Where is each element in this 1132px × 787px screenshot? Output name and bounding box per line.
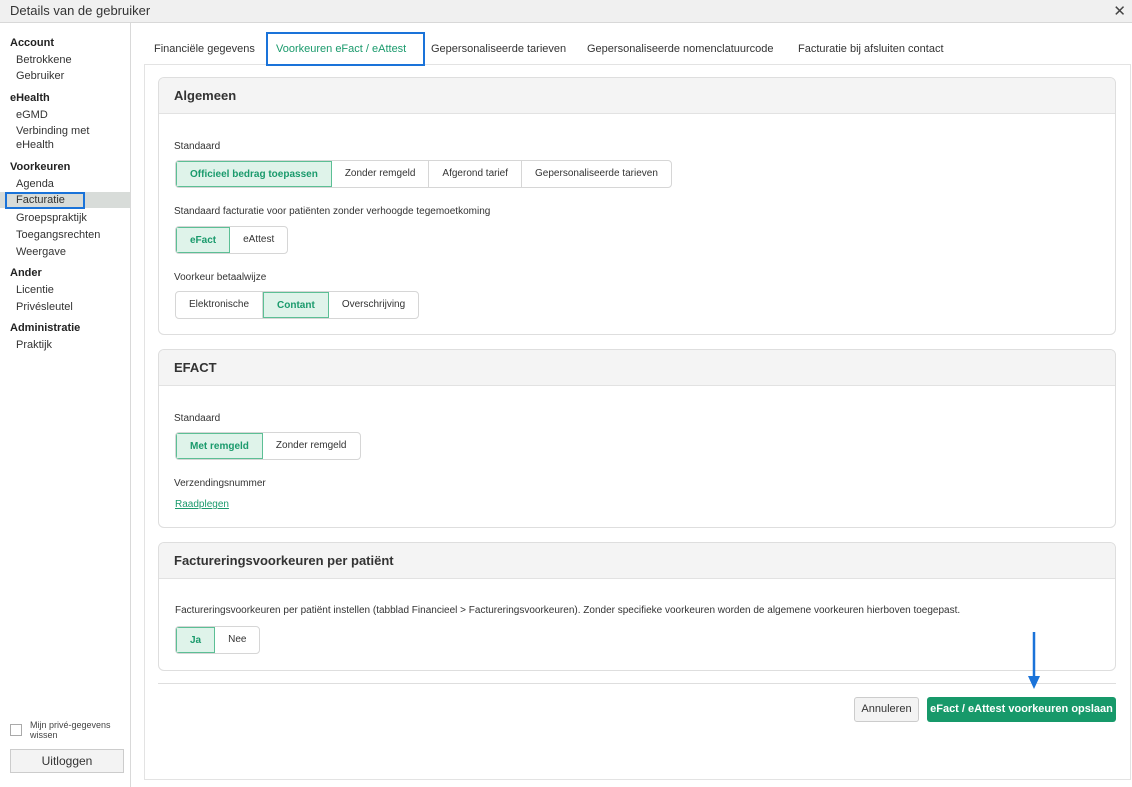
standaard-segmented: Officieel bedrag toepassen Zonder remgel…	[175, 160, 672, 188]
window-titlebar: Details van de gebruiker ✕	[0, 0, 1132, 23]
sidebar-item-groepspraktijk[interactable]: Groepspraktijk	[16, 211, 87, 225]
efact-standaard-label: Standaard	[174, 413, 221, 424]
close-icon[interactable]: ✕	[1113, 2, 1126, 20]
sidebar-item-betrokkene[interactable]: Betrokkene	[16, 53, 72, 67]
sidebar-section-ehealth: eHealth	[10, 92, 50, 104]
arrow-down-icon	[1028, 632, 1040, 689]
sidebar: Account Betrokkene Gebruiker eHealth eGM…	[0, 23, 131, 787]
sidebar-section-account: Account	[10, 37, 54, 49]
privacy-checkbox[interactable]	[10, 724, 22, 736]
option-gepersonaliseerde-tarieven[interactable]: Gepersonaliseerde tarieven	[522, 161, 671, 187]
efact-standaard-segmented: Met remgeld Zonder remgeld	[175, 432, 361, 460]
sidebar-item-verbinding-line1: Verbinding met	[16, 125, 90, 137]
sidebar-item-verbinding-ehealth[interactable]: Verbinding met eHealth	[16, 124, 89, 152]
per-patient-segmented: Ja Nee	[175, 626, 261, 654]
facturatie-segmented: eFact eAttest	[175, 226, 289, 254]
betaalwijze-label: Voorkeur betaalwijze	[174, 272, 267, 283]
facturatie-label: Standaard facturatie voor patiënten zond…	[174, 206, 491, 217]
logout-button[interactable]: Uitloggen	[10, 749, 124, 773]
per-patient-description: Factureringsvoorkeuren per patiënt inste…	[175, 605, 961, 616]
sidebar-item-weergave[interactable]: Weergave	[16, 245, 66, 259]
option-elektronische[interactable]: Elektronische	[176, 292, 264, 318]
option-zonder-remgeld[interactable]: Zonder remgeld	[332, 161, 430, 187]
option-eattest[interactable]: eAttest	[230, 227, 287, 253]
verzendingsnummer-label: Verzendingsnummer	[174, 478, 266, 489]
card-algemeen-title: Algemeen	[159, 78, 1115, 114]
footer-divider	[158, 683, 1116, 684]
raadplegen-link[interactable]: Raadplegen	[175, 499, 229, 510]
card-efact: EFACT Standaard Met remgeld Zonder remge…	[158, 349, 1116, 528]
window-title: Details van de gebruiker	[10, 3, 151, 18]
sidebar-item-agenda[interactable]: Agenda	[16, 177, 54, 191]
card-algemeen: Algemeen Standaard Officieel bedrag toep…	[158, 77, 1116, 335]
cancel-button[interactable]: Annuleren	[854, 697, 919, 722]
tab-financiele-gegevens[interactable]: Financiële gegevens	[154, 32, 255, 66]
save-button[interactable]: eFact / eAttest voorkeuren opslaan	[927, 697, 1116, 722]
tab-facturatie-afsluiten-contact[interactable]: Facturatie bij afsluiten contact	[798, 32, 944, 66]
option-afgerond-tarief[interactable]: Afgerond tarief	[429, 161, 523, 187]
sidebar-item-licentie[interactable]: Licentie	[16, 283, 54, 297]
option-efact[interactable]: eFact	[176, 227, 231, 253]
card-per-patient-title: Factureringsvoorkeuren per patiënt	[159, 543, 1115, 579]
privacy-label: Mijn privé-gegevens wissen	[30, 720, 111, 740]
card-per-patient: Factureringsvoorkeuren per patiënt Factu…	[158, 542, 1116, 671]
option-ja[interactable]: Ja	[176, 627, 216, 653]
sidebar-item-gebruiker[interactable]: Gebruiker	[16, 69, 64, 83]
tab-voorkeuren-efact-eattest[interactable]: Voorkeuren eFact / eAttest	[266, 32, 425, 66]
betaalwijze-segmented: Elektronische Contant Overschrijving	[175, 291, 420, 319]
option-officieel-bedrag[interactable]: Officieel bedrag toepassen	[176, 161, 332, 187]
sidebar-section-voorkeuren: Voorkeuren	[10, 161, 71, 173]
sidebar-item-toegangsrechten[interactable]: Toegangsrechten	[16, 228, 100, 242]
option-contant[interactable]: Contant	[263, 292, 329, 318]
option-met-remgeld[interactable]: Met remgeld	[176, 433, 263, 459]
option-overschrijving[interactable]: Overschrijving	[329, 292, 418, 318]
option-efact-zonder-remgeld[interactable]: Zonder remgeld	[263, 433, 360, 459]
card-efact-title: EFACT	[159, 350, 1115, 386]
tab-gepersonaliseerde-nomenclatuurcode[interactable]: Gepersonaliseerde nomenclatuurcode	[587, 32, 774, 66]
sidebar-item-egmd[interactable]: eGMD	[16, 108, 48, 122]
sidebar-item-praktijk[interactable]: Praktijk	[16, 338, 52, 352]
sidebar-section-administratie: Administratie	[10, 322, 81, 334]
option-nee[interactable]: Nee	[215, 627, 259, 653]
sidebar-item-label: Facturatie	[16, 194, 65, 206]
standaard-label: Standaard	[174, 141, 221, 152]
sidebar-item-verbinding-line2: eHealth	[16, 139, 54, 151]
sidebar-item-facturatie[interactable]: Facturatie	[0, 192, 130, 209]
sidebar-item-privesleutel[interactable]: Privésleutel	[16, 300, 73, 314]
sidebar-section-ander: Ander	[10, 267, 42, 279]
tab-gepersonaliseerde-tarieven[interactable]: Gepersonaliseerde tarieven	[431, 32, 566, 66]
